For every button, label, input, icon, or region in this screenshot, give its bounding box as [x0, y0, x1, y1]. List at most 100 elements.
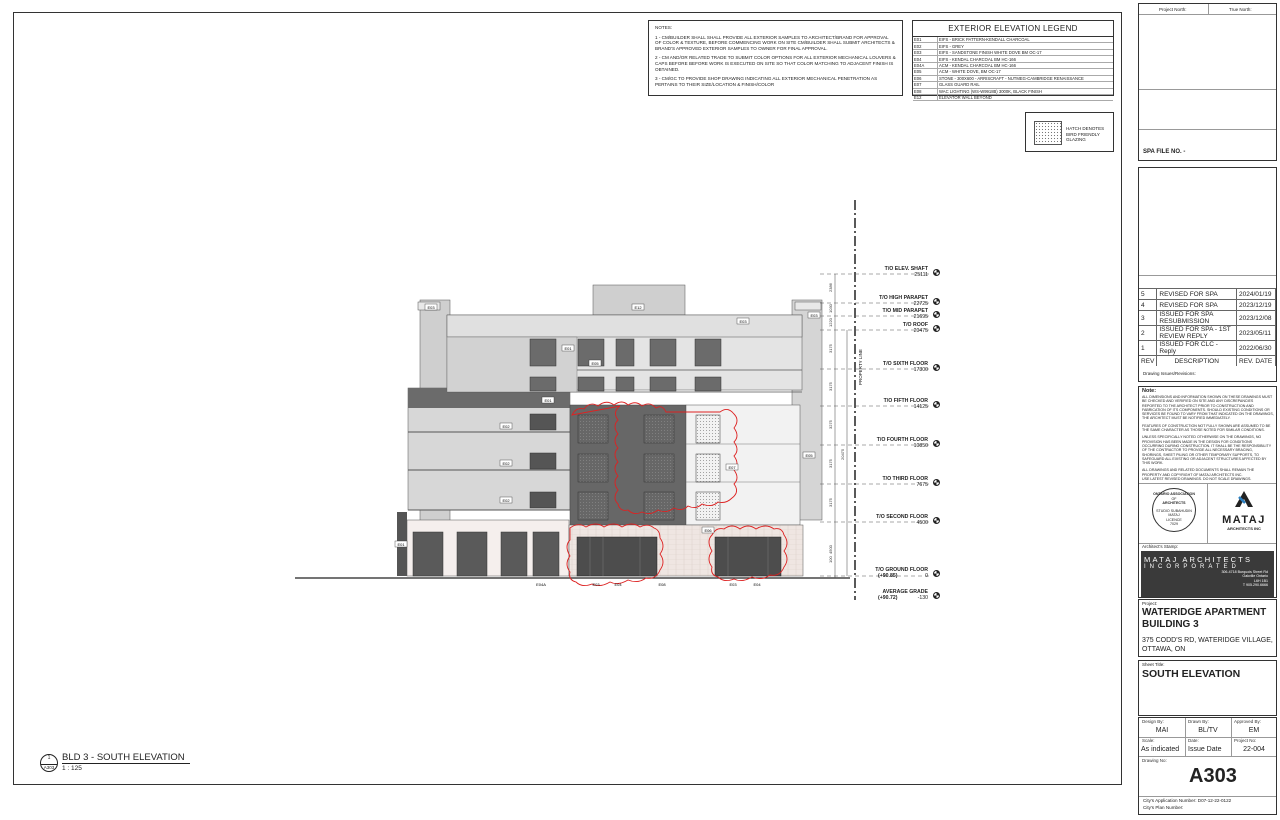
revisions-box: 5 REVISED FOR SPA 2024/01/19 4 REVISED FOR … [1138, 167, 1277, 382]
project-name: WATERIDGE APARTMENT BUILDING 3 [1142, 607, 1267, 630]
scale-value: As indicated [1141, 746, 1180, 753]
tag-e03: E03 [427, 305, 435, 310]
scale-label: Scale: [1142, 738, 1155, 743]
date-label: Date: [1188, 738, 1199, 743]
elevator-shaft [592, 284, 686, 316]
tag-e08: E08 [658, 582, 666, 587]
level-target-icon [933, 517, 940, 524]
city-application-number: City's Application Number: D07-12-22-012… [1143, 798, 1232, 803]
level-second-floor: T/O SECOND FLOOR 4500 [876, 514, 928, 526]
south-elevation-drawing: E03 E12 E03 E03 E01 E05 E01 E02 E02 E02 … [295, 200, 930, 600]
drawing-issues-label: Drawing Issues/Revisions: [1143, 371, 1196, 376]
revision-row: 3 ISSUED FOR SPA RESUBMISSION 2023/12/08 [1139, 310, 1276, 326]
spa-file-number: SPA FILE NO. - [1143, 149, 1186, 155]
level-target-icon [933, 298, 940, 305]
architect-stamp-label: Architect's Stamp: [1142, 544, 1179, 549]
north-arrow-box: Project North: True North: SPA FILE NO. … [1138, 3, 1277, 161]
project-box: Project: WATERIDGE APARTMENT BUILDING 3 … [1138, 599, 1277, 657]
tag-e04a: E04A [536, 582, 546, 587]
tb-note-body: ALL DIMENSIONS AND INFORMATION SHOWN ON … [1142, 395, 1274, 482]
sheet-title: SOUTH ELEVATION [1142, 668, 1241, 680]
dim-4500: 4500 [828, 544, 833, 554]
view-bubble: 1 A303 [40, 754, 58, 772]
dim-3175: 3175 [828, 458, 833, 468]
level-ground-floor: T/O GROUND FLOOR (+90.85) 0 [875, 567, 928, 579]
tag-e06: E06 [704, 528, 712, 533]
left-wing-windows [529, 413, 557, 509]
date-value: Issue Date [1188, 746, 1222, 753]
level-fourth-floor: T/O FOURTH FLOOR 10850 [876, 437, 928, 449]
garage-doors [412, 531, 560, 577]
dim-100: 100 [828, 556, 833, 563]
project-address: 375 CODD'S RD, WATERIDGE VILLAGE, OTTAWA… [1142, 637, 1273, 653]
level-target-icon [933, 364, 940, 371]
tag-e12: E12 [634, 305, 642, 310]
dim-3175: 3175 [828, 497, 833, 507]
revision-row: 5 REVISED FOR SPA 2024/01/19 [1139, 288, 1276, 300]
level-target-icon [933, 311, 940, 318]
level-target-icon [933, 440, 940, 447]
level-sixth-floor: T/O SIXTH FLOOR 17300 [883, 361, 928, 373]
dim-3175: 3175 [828, 381, 833, 391]
mataj-logo-icon [1235, 491, 1253, 507]
notes-stamp-box: Note: ALL DIMENSIONS AND INFORMATION SHO… [1138, 386, 1277, 598]
tag-e05: E05 [591, 361, 599, 366]
level-target-icon [933, 401, 940, 408]
revision-header: REV DESCRIPTION REV. DATE [1139, 355, 1276, 366]
revision-row: 1 ISSUED FOR CLC - Reply 2022/06/30 [1139, 340, 1276, 356]
tag-e03: E03 [810, 313, 818, 318]
sheet-title-box: Sheet Title: SOUTH ELEVATION [1138, 660, 1277, 716]
mataj-logo: MATAJ ARCHITECTS INC [1219, 489, 1269, 531]
tag-e04: E04 [753, 582, 761, 587]
view-title: BLD 3 - SOUTH ELEVATION [62, 752, 190, 764]
firm-banner: MATAJ ARCHITECTS INCORPORATED 306-4718 B… [1141, 551, 1274, 597]
level-third-floor: T/O THIRD FLOOR 7675 [882, 476, 928, 488]
level-target-icon [933, 479, 940, 486]
level-target-icon [933, 570, 940, 577]
design-by-label: Design By: [1142, 719, 1164, 724]
project-north-label: Project North: [1159, 7, 1187, 12]
sheet-info-box: Design By: MAI Drawn By: BL/TV Approved … [1138, 717, 1277, 815]
tag-e03: E03 [739, 319, 747, 324]
architect-seal: ONTARIO ASSOCIATION OF ARCHITECTS STUDIO… [1152, 488, 1196, 532]
dim-1030: 1030 [828, 303, 833, 313]
city-plan-number: City's Plan Number: [1143, 805, 1184, 810]
project-no-label: Project No: [1234, 738, 1257, 743]
dim-1220: 1220 [828, 317, 833, 327]
tag-e01: E01 [564, 346, 572, 351]
tag-e03: E03 [729, 582, 737, 587]
revision-row: 2 ISSUED FOR SPA - 1ST REVIEW REPLY 2023/0… [1139, 325, 1276, 341]
revision-row: 4 REVISED FOR SPA 2023/12/19 [1139, 299, 1276, 311]
level-average-grade: AVERAGE GRADE (+90.72) -130 [878, 589, 928, 601]
drawn-by-label: Drawn By: [1188, 719, 1209, 724]
tag-e02: E02 [502, 424, 510, 429]
bird-friendly-windows [577, 414, 721, 521]
drawn-by-value: BL/TV [1198, 727, 1218, 734]
tag-e04: E04 [614, 582, 622, 587]
level-elev-shaft: T/O ELEV. SHAFT 25111 [884, 266, 928, 278]
design-by-value: MAI [1155, 727, 1169, 734]
dim-3275: 3275 [828, 419, 833, 429]
level-target-icon [933, 325, 940, 332]
level-fifth-floor: T/O FIFTH FLOOR 14125 [883, 398, 928, 410]
dim-20475: 20475 [840, 448, 845, 460]
level-roof: T/O ROOF 20475 [902, 322, 928, 334]
level-target-icon [933, 269, 940, 276]
drawing-no-label: Drawing No: [1142, 758, 1167, 763]
view-title-block: 1 A303 BLD 3 - SOUTH ELEVATION 1 : 125 [40, 752, 190, 776]
view-scale: 1 : 125 [62, 765, 82, 772]
tag-e03: E03 [592, 582, 600, 587]
dim-3175: 3175 [828, 343, 833, 353]
approved-by-label: Approved By: [1234, 719, 1262, 724]
project-label: Project: [1142, 601, 1158, 606]
tag-e01: E01 [544, 398, 552, 403]
project-no-value: 22-004 [1243, 746, 1265, 753]
level-high-parapet: T/O HIGH PARAPET 22725 [879, 295, 928, 307]
tag-e05: E05 [805, 453, 813, 458]
roof-cap-right [794, 301, 822, 311]
approved-by-value: EM [1248, 727, 1260, 734]
level-mid-parapet: T/O MID PARAPET 21695 [882, 308, 928, 320]
true-north-label: True North: [1229, 7, 1252, 12]
tag-e02: E02 [502, 461, 510, 466]
tag-e02: E02 [502, 498, 510, 503]
